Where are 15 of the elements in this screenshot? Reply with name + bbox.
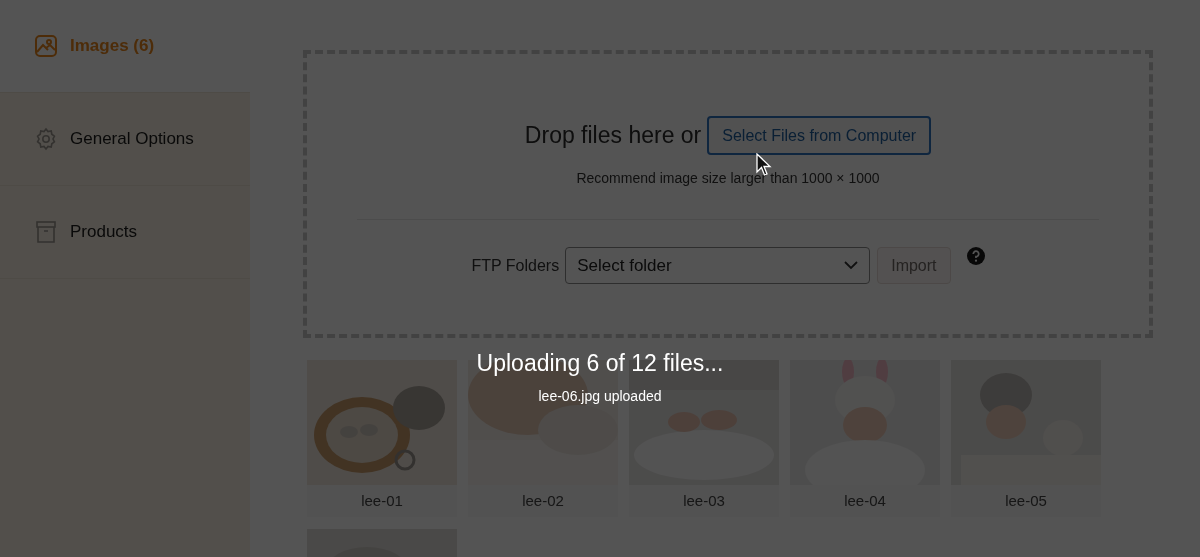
settings-icon	[34, 127, 58, 151]
upload-status-detail: lee-06.jpg uploaded	[538, 387, 662, 406]
drop-prompt: Drop files here or	[524, 121, 702, 151]
chevron-down-icon	[844, 261, 859, 270]
help-icon	[966, 247, 985, 265]
select-files-button[interactable]: Select Files from Computer	[707, 116, 932, 155]
sidebar-item[interactable]: General Options	[0, 93, 250, 186]
sidebar-item[interactable]: Images (6)	[0, 0, 250, 93]
sidebar-item[interactable]: Products	[0, 186, 250, 279]
folder-dropdown[interactable]: Select folder	[565, 247, 871, 284]
archive-box-icon	[34, 220, 58, 244]
ftp-folders-label: FTP Folders	[471, 255, 560, 276]
size-hint: Recommend image size larger than 1000 × 1000	[576, 169, 880, 188]
image-icon	[34, 34, 58, 58]
upload-status-title: Uploading 6 of 12 files...	[476, 349, 724, 378]
